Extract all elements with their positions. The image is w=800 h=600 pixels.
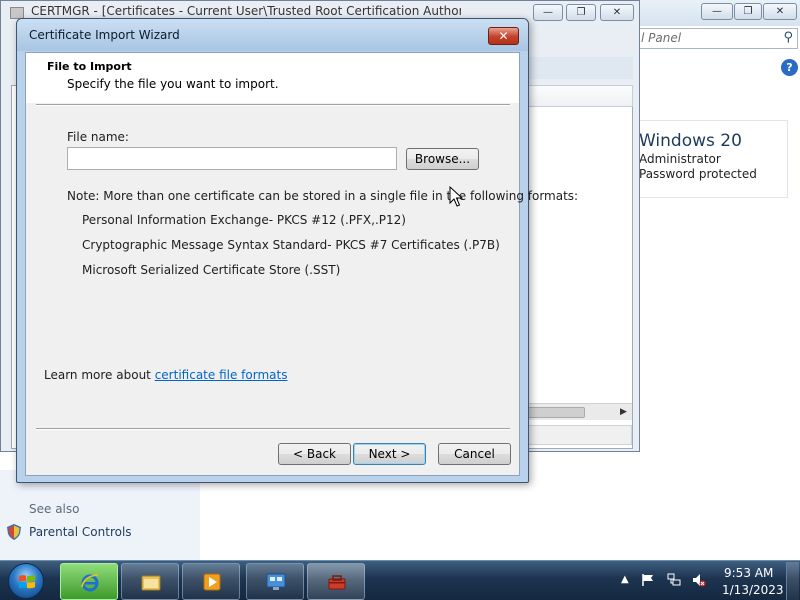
action-center-flag-icon[interactable] bbox=[641, 573, 655, 587]
learn-more-prefix: Learn more about bbox=[44, 368, 155, 382]
system-info-title: Windows 20 bbox=[639, 131, 742, 151]
taskbar: ▲ 9:53 AM 1/13/2023 bbox=[0, 560, 800, 600]
cp-minimize-button[interactable]: — bbox=[701, 3, 733, 20]
taskbar-media-player[interactable] bbox=[182, 563, 240, 600]
mmc-restore-button[interactable]: ❐ bbox=[566, 4, 596, 21]
cp-restore-button[interactable]: ❐ bbox=[734, 3, 762, 20]
network-icon[interactable] bbox=[667, 573, 681, 587]
minimize-icon: — bbox=[712, 6, 722, 17]
footer-divider bbox=[36, 428, 510, 430]
mmc-minimize-button[interactable]: — bbox=[533, 4, 563, 21]
status-bar bbox=[521, 425, 632, 445]
close-icon: ✕ bbox=[498, 29, 509, 43]
page-subtitle: Specify the file you want to import. bbox=[67, 77, 279, 91]
header-divider bbox=[36, 104, 510, 106]
cancel-button[interactable]: Cancel bbox=[438, 443, 511, 465]
file-name-input[interactable] bbox=[67, 147, 397, 170]
media-player-icon bbox=[203, 573, 221, 591]
close-icon: ✕ bbox=[775, 6, 785, 17]
clock-time[interactable]: 9:53 AM bbox=[724, 566, 773, 580]
learn-more-text: Learn more about certificate file format… bbox=[44, 368, 287, 382]
browse-button[interactable]: Browse... bbox=[406, 148, 479, 170]
start-button[interactable] bbox=[8, 563, 44, 599]
system-info-password: Password protected bbox=[639, 167, 757, 181]
certmgr-title: CERTMGR - [Certificates - Current User\T… bbox=[31, 4, 461, 18]
show-desktop-button[interactable] bbox=[786, 562, 799, 600]
clock-date[interactable]: 1/13/2023 bbox=[722, 583, 784, 597]
folder-icon bbox=[141, 575, 161, 591]
minimize-icon: — bbox=[543, 7, 553, 18]
taskbar-internet-explorer[interactable] bbox=[60, 563, 118, 600]
horizontal-scrollbar[interactable]: ▶ bbox=[521, 403, 632, 420]
mmc-toolbar bbox=[521, 57, 633, 79]
cp-close-button[interactable]: ✕ bbox=[763, 3, 797, 20]
formats-note: Note: More than one certificate can be s… bbox=[67, 189, 579, 203]
file-name-label: File name: bbox=[67, 130, 129, 144]
scrollbar-thumb[interactable] bbox=[523, 407, 585, 418]
list-column-header[interactable] bbox=[521, 85, 633, 107]
windows-logo-icon bbox=[19, 575, 35, 589]
toolbox-icon bbox=[328, 575, 346, 590]
close-icon: ✕ bbox=[612, 7, 622, 18]
volume-muted-icon[interactable] bbox=[692, 573, 706, 587]
control-panel-icon bbox=[266, 573, 286, 590]
certificate-import-wizard: Certificate Import Wizard ✕ File to Impo… bbox=[16, 18, 578, 483]
taskbar-control-panel[interactable] bbox=[246, 563, 304, 600]
format-item-sst: Microsoft Serialized Certificate Store (… bbox=[82, 263, 341, 277]
wizard-body: File to Import Specify the file you want… bbox=[25, 52, 578, 476]
restore-icon: ❐ bbox=[743, 6, 753, 17]
certificate-file-formats-link[interactable]: certificate file formats bbox=[155, 368, 288, 382]
help-icon[interactable]: ? bbox=[781, 59, 798, 76]
search-input[interactable]: l Panel ⚲ bbox=[636, 28, 798, 49]
scroll-right-icon[interactable]: ▶ bbox=[620, 404, 627, 421]
search-icon[interactable]: ⚲ bbox=[783, 30, 793, 45]
wizard-title: Certificate Import Wizard bbox=[29, 28, 180, 42]
mmc-close-button[interactable]: ✕ bbox=[600, 4, 634, 21]
back-button[interactable]: < Back bbox=[278, 443, 351, 465]
system-info-panel: Windows 20 Administrator Password protec… bbox=[632, 120, 788, 198]
show-hidden-icons-icon[interactable]: ▲ bbox=[621, 574, 629, 585]
parental-controls-link[interactable]: Parental Controls bbox=[29, 525, 132, 539]
next-button[interactable]: Next > bbox=[353, 443, 426, 465]
page-title: File to Import bbox=[47, 60, 132, 73]
search-placeholder: l Panel bbox=[641, 31, 682, 45]
shield-icon bbox=[7, 524, 21, 540]
system-info-user: Administrator bbox=[639, 152, 721, 166]
wizard-header: File to Import Specify the file you want… bbox=[26, 53, 519, 103]
taskbar-windows-explorer[interactable] bbox=[121, 563, 179, 600]
wizard-close-button[interactable]: ✕ bbox=[488, 27, 519, 45]
restore-icon: ❐ bbox=[576, 7, 586, 18]
mouse-cursor-icon bbox=[449, 186, 463, 207]
see-also-heading: See also bbox=[29, 502, 80, 516]
format-item-p7b: Cryptographic Message Syntax Standard- P… bbox=[82, 238, 500, 252]
wizard-titlebar[interactable]: Certificate Import Wizard ✕ bbox=[17, 19, 528, 51]
internet-explorer-icon bbox=[81, 574, 99, 592]
format-item-pfx: Personal Information Exchange- PKCS #12 … bbox=[82, 213, 406, 227]
taskbar-certmgr[interactable] bbox=[307, 563, 365, 600]
